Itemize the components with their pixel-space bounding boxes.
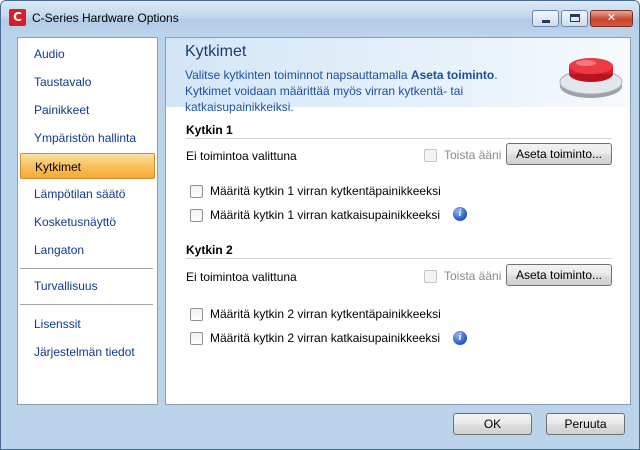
sidebar-item-backlight[interactable]: Taustavalo [20, 69, 155, 95]
content-panel: Kytkimet Valitse kytkinten toiminnot nap… [165, 37, 631, 405]
switch1-status: Ei toimintoa valittuna [186, 149, 297, 163]
switch2-status: Ei toimintoa valittuna [186, 270, 297, 284]
sidebar-divider [20, 304, 153, 305]
checkbox-box [190, 184, 203, 198]
sidebar-item-touchscreen[interactable]: Kosketusnäyttö [20, 209, 155, 235]
sidebar-item-switches[interactable]: Kytkimet [20, 153, 155, 179]
switch1-power-off-label: Määritä kytkin 1 virran katkaisupainikke… [210, 208, 441, 222]
switch1-power-on-label: Määritä kytkin 1 virran kytkentäpainikke… [210, 184, 441, 198]
info-icon[interactable]: i [453, 331, 467, 345]
checkbox-box [190, 331, 203, 345]
sidebar-item-buttons[interactable]: Painikkeet [20, 97, 155, 123]
close-button[interactable]: ✕ [590, 10, 633, 27]
switch1-power-on-checkbox[interactable]: Määritä kytkin 1 virran kytkentäpainikke… [190, 184, 441, 198]
description-emphasis: Aseta toiminto [410, 68, 495, 82]
section-divider [186, 138, 612, 139]
minimize-icon [542, 20, 550, 23]
hardware-options-window: C C-Series Hardware Options ✕ Audio Taus… [0, 0, 640, 450]
sidebar-item-audio[interactable]: Audio [20, 41, 155, 67]
window-title: C-Series Hardware Options [32, 11, 179, 25]
app-logo-icon: C [9, 9, 26, 26]
switch2-play-sound-label: Toista ääni [444, 269, 502, 283]
cancel-button[interactable]: Peruuta [546, 413, 625, 435]
page-title: Kytkimet [185, 43, 247, 60]
checkbox-box [424, 148, 437, 162]
switch-device-icon [559, 58, 623, 98]
switch1-play-sound-checkbox[interactable]: Toista ääni [424, 148, 501, 162]
maximize-icon [570, 14, 580, 22]
switch2-power-off-label: Määritä kytkin 2 virran katkaisupainikke… [210, 331, 441, 345]
section-divider [186, 258, 612, 259]
switch1-power-off-checkbox[interactable]: Määritä kytkin 1 virran katkaisupainikke… [190, 208, 440, 222]
window-controls: ✕ [530, 10, 633, 27]
sidebar-nav: Audio Taustavalo Painikkeet Ympäristön h… [17, 37, 158, 405]
switch1-play-sound-label: Toista ääni [444, 148, 502, 162]
switch2-power-on-checkbox[interactable]: Määritä kytkin 2 virran kytkentäpainikke… [190, 307, 441, 321]
close-icon: ✕ [606, 12, 617, 24]
page-description: Valitse kytkinten toiminnot napsauttamal… [185, 67, 545, 115]
sidebar-item-licenses[interactable]: Lisenssit [20, 311, 155, 337]
title-bar[interactable]: C C-Series Hardware Options ✕ [1, 1, 639, 35]
switch2-heading: Kytkin 2 [186, 243, 233, 257]
switch2-set-action-button[interactable]: Aseta toiminto... [506, 264, 612, 286]
page-header: Kytkimet Valitse kytkinten toiminnot nap… [166, 38, 630, 114]
maximize-button[interactable] [561, 10, 588, 27]
checkbox-box [190, 307, 203, 321]
checkbox-box [424, 269, 437, 283]
switch1-heading: Kytkin 1 [186, 123, 233, 137]
sidebar-divider [20, 268, 153, 269]
sidebar-item-wireless[interactable]: Langaton [20, 237, 155, 263]
switch1-set-action-button[interactable]: Aseta toiminto... [506, 143, 612, 165]
sidebar-item-environment[interactable]: Ympäristön hallinta [20, 125, 155, 151]
sidebar-item-temperature[interactable]: Lämpötilan säätö [20, 181, 155, 207]
switch2-power-off-checkbox[interactable]: Määritä kytkin 2 virran katkaisupainikke… [190, 331, 440, 345]
switch2-play-sound-checkbox[interactable]: Toista ääni [424, 269, 501, 283]
minimize-button[interactable] [532, 10, 559, 27]
ok-button[interactable]: OK [453, 413, 532, 435]
sidebar-item-system-info[interactable]: Järjestelmän tiedot [20, 339, 155, 365]
info-icon[interactable]: i [453, 207, 467, 221]
checkbox-box [190, 208, 203, 222]
switch2-power-on-label: Määritä kytkin 2 virran kytkentäpainikke… [210, 307, 441, 321]
sidebar-item-security[interactable]: Turvallisuus [20, 273, 155, 299]
description-text: Valitse kytkinten toiminnot napsauttamal… [185, 68, 411, 82]
